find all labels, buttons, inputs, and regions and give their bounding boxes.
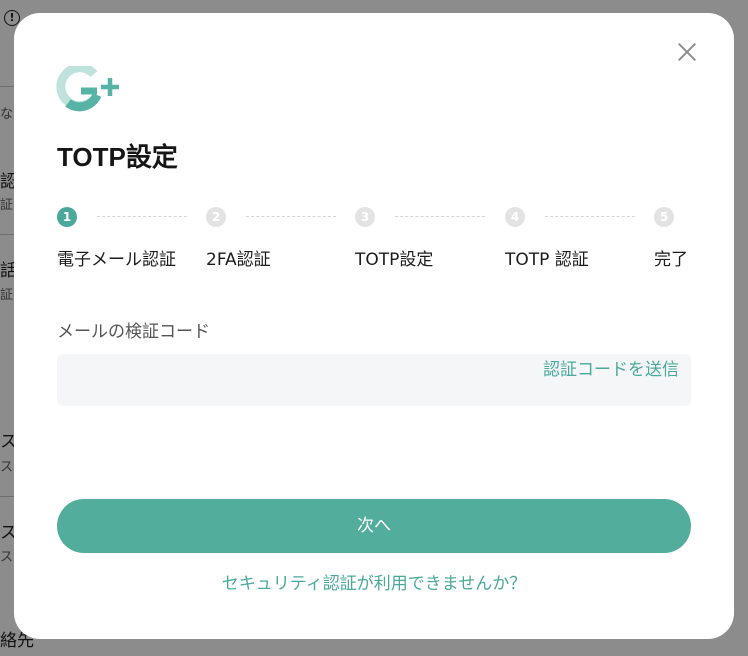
divider xyxy=(0,234,14,235)
background-text: 証 xyxy=(0,198,14,213)
email-code-label: メールの検証コード xyxy=(57,322,210,342)
step-label: 2FA認証 xyxy=(206,250,271,270)
stepper: 1 電子メール認証 2 2FA認証 3 TOTP設定 4 TOTP 認証 5 完… xyxy=(57,207,707,277)
divider xyxy=(0,86,14,87)
close-icon[interactable] xyxy=(673,38,701,66)
totp-setup-dialog: TOTP設定 1 電子メール認証 2 2FA認証 3 TOTP設定 4 TOTP… xyxy=(14,13,734,639)
logo-icon xyxy=(56,66,119,112)
next-button[interactable]: 次へ xyxy=(57,499,691,553)
step-connector xyxy=(395,216,485,217)
step-connector xyxy=(97,216,187,217)
page-title: TOTP設定 xyxy=(57,142,178,172)
email-code-field: 認証コードを送信 xyxy=(57,354,691,406)
step-connector xyxy=(545,216,635,217)
step-connector xyxy=(246,216,336,217)
divider xyxy=(0,496,14,497)
step-label: TOTP設定 xyxy=(355,250,434,270)
background-text: な xyxy=(0,107,14,122)
step-number: 1 xyxy=(57,207,77,227)
step-number: 5 xyxy=(654,207,674,227)
step-number: 3 xyxy=(355,207,375,227)
step-label: 完了 xyxy=(654,250,688,270)
email-code-input[interactable] xyxy=(57,354,527,406)
step-number: 4 xyxy=(505,207,525,227)
security-help-link[interactable]: セキュリティ認証が利用できませんか？ xyxy=(57,569,691,594)
send-code-button[interactable]: 認証コードを送信 xyxy=(541,357,681,383)
step-label: TOTP 認証 xyxy=(505,250,589,270)
step-label: 電子メール認証 xyxy=(57,250,176,270)
step-number: 2 xyxy=(206,207,226,227)
